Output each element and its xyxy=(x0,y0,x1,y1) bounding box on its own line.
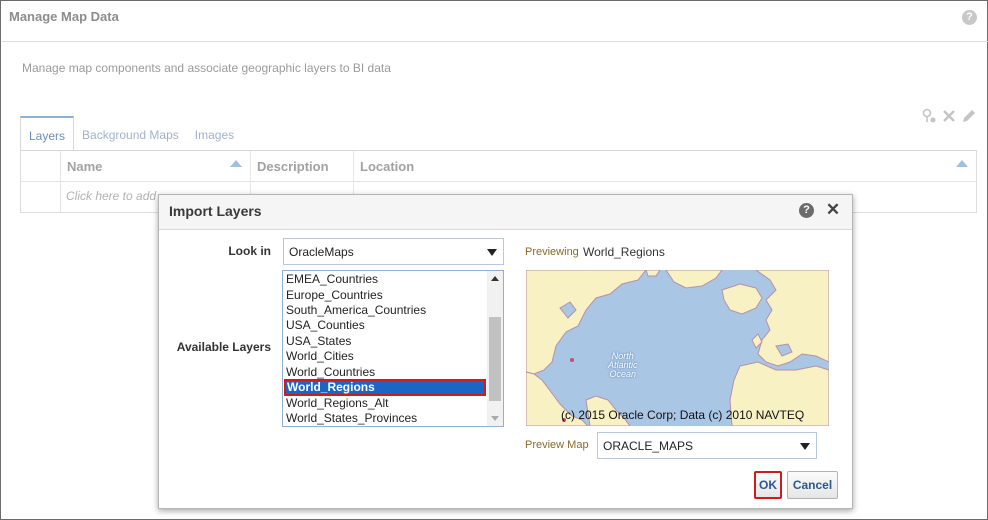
table-header: Name Description Location xyxy=(21,151,976,182)
tab-background-maps[interactable]: Background Maps xyxy=(74,116,187,151)
column-location-label: Location xyxy=(360,159,415,174)
title-bar: Manage Map Data ? xyxy=(2,2,988,42)
edit-icon[interactable] xyxy=(961,108,977,124)
available-layers-list[interactable]: EMEA_Countries Europe_Countries South_Am… xyxy=(282,270,504,427)
dialog-header: Import Layers ? ✕ xyxy=(159,195,852,230)
column-header-location[interactable]: Location xyxy=(353,151,976,182)
close-icon[interactable]: ✕ xyxy=(825,200,841,220)
look-in-select[interactable]: OracleMaps xyxy=(283,238,504,265)
list-item[interactable]: USA_Counties xyxy=(286,318,365,333)
list-item[interactable]: USA_States xyxy=(286,334,351,349)
cancel-button[interactable]: Cancel xyxy=(787,471,838,499)
list-scrollbar[interactable] xyxy=(487,271,503,426)
list-item[interactable]: Europe_Countries xyxy=(286,288,383,303)
tab-images[interactable]: Images xyxy=(187,116,242,151)
add-row-placeholder[interactable]: Click here to add xyxy=(66,189,156,203)
import-layer-icon[interactable] xyxy=(921,108,937,124)
layers-toolbar xyxy=(921,108,977,124)
list-item[interactable]: South_America_Countries xyxy=(286,303,426,318)
world-regions-map xyxy=(526,270,829,426)
page-description: Manage map components and associate geog… xyxy=(22,61,391,75)
delete-icon[interactable] xyxy=(941,108,957,124)
available-layers-label: Available Layers xyxy=(176,340,271,354)
row-select-header xyxy=(21,151,61,182)
list-item[interactable]: World_Countries xyxy=(286,365,375,380)
tab-layers[interactable]: Layers xyxy=(20,116,75,151)
scroll-thumb[interactable] xyxy=(489,317,501,401)
chevron-down-icon xyxy=(487,249,497,256)
ocean-label: North Atlantic Ocean xyxy=(608,352,638,379)
chevron-down-icon xyxy=(800,443,810,450)
column-header-name[interactable]: Name xyxy=(60,151,250,182)
map-preview xyxy=(526,270,829,426)
column-name-label: Name xyxy=(67,159,103,174)
ocean-label-line: Ocean xyxy=(609,369,637,379)
help-icon[interactable]: ? xyxy=(799,203,814,218)
scroll-down-icon[interactable] xyxy=(491,416,499,421)
preview-map-select[interactable]: ORACLE_MAPS xyxy=(597,432,817,459)
list-item[interactable]: World_Regions_Alt xyxy=(286,396,389,411)
tab-bar: Layers Background Maps Images xyxy=(20,116,242,151)
scroll-up-icon[interactable] xyxy=(491,276,499,281)
look-in-label: Look in xyxy=(228,244,271,258)
preview-map-label: Preview Map xyxy=(525,439,589,451)
previewing-value: World_Regions xyxy=(583,245,665,259)
import-layers-dialog: Import Layers ? ✕ Look in OracleMaps Ava… xyxy=(158,194,853,509)
dialog-title: Import Layers xyxy=(169,203,262,219)
column-header-description[interactable]: Description xyxy=(250,151,353,182)
list-item[interactable]: EMEA_Countries xyxy=(286,272,378,287)
list-item[interactable]: World_States_Provinces xyxy=(286,411,417,426)
column-description-label: Description xyxy=(257,159,329,174)
sort-ascending-icon[interactable] xyxy=(956,160,968,167)
list-item[interactable]: World_Cities xyxy=(286,349,354,364)
list-item-selected[interactable]: World_Regions xyxy=(284,379,486,396)
look-in-value: OracleMaps xyxy=(289,245,354,259)
page-title: Manage Map Data xyxy=(9,9,119,24)
preview-map-value: ORACLE_MAPS xyxy=(603,439,694,453)
ok-button[interactable]: OK xyxy=(754,471,782,499)
map-copyright: (c) 2015 Oracle Corp; Data (c) 2010 NAVT… xyxy=(561,408,805,422)
previewing-label: Previewing xyxy=(525,246,579,258)
row-selector[interactable] xyxy=(21,182,61,212)
sort-ascending-icon[interactable] xyxy=(230,160,242,167)
help-icon[interactable]: ? xyxy=(962,10,977,25)
